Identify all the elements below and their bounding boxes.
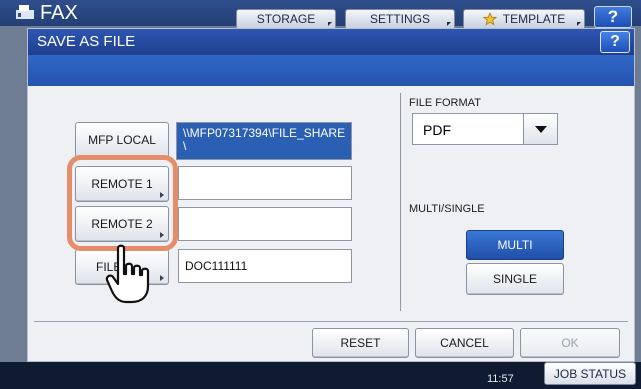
screen: FAX STORAGE SETTINGS TEMPLATE ? SAVE AS … <box>0 0 641 389</box>
single-button[interactable]: SINGLE <box>466 263 564 295</box>
file-format-label: FILE FORMAT <box>409 97 481 109</box>
multi-label: MULTI <box>497 238 533 252</box>
star-icon <box>482 12 497 26</box>
tab-template[interactable]: TEMPLATE <box>463 9 585 29</box>
clock: 11:57 <box>487 373 514 385</box>
tab-arrow-icon <box>328 22 332 26</box>
dialog-help-button[interactable]: ? <box>600 31 630 53</box>
top-help-button[interactable]: ? <box>594 6 632 28</box>
cancel-label: CANCEL <box>440 336 489 350</box>
mfp-local-button[interactable]: MFP LOCAL <box>75 122 169 158</box>
top-bar: FAX STORAGE SETTINGS TEMPLATE ? <box>0 0 641 29</box>
tab-arrow-icon <box>577 22 581 26</box>
column-divider <box>400 93 401 311</box>
mfp-local-label: MFP LOCAL <box>88 133 156 147</box>
file-name-field[interactable]: DOC111111 <box>178 249 352 283</box>
tab-arrow-icon <box>447 22 451 26</box>
cancel-button[interactable]: CANCEL <box>415 328 514 358</box>
pointing-hand-icon <box>105 244 150 304</box>
dialog-title: SAVE AS FILE <box>37 33 136 50</box>
mfp-local-path-field[interactable]: \\MFP07317394\FILE_SHARE \ <box>176 122 352 160</box>
file-format-select[interactable]: PDF <box>412 113 558 145</box>
single-label: SINGLE <box>492 272 537 286</box>
job-status-button[interactable]: JOB STATUS <box>544 362 636 385</box>
ok-button[interactable]: OK <box>520 328 620 358</box>
footer-divider <box>34 321 628 322</box>
app-title: FAX <box>40 2 78 24</box>
tab-template-label: TEMPLATE <box>502 12 566 26</box>
multi-button[interactable]: MULTI <box>466 230 564 260</box>
dialog-title-bar: SAVE AS FILE ? <box>28 29 634 55</box>
remote-1-path-field[interactable] <box>178 166 352 200</box>
highlight-ring <box>67 155 178 251</box>
dropdown-arrow-icon[interactable] <box>523 114 557 144</box>
tab-settings[interactable]: SETTINGS <box>345 9 455 29</box>
dialog-header-band <box>28 55 634 86</box>
reset-button[interactable]: RESET <box>312 328 409 358</box>
ok-label: OK <box>561 336 579 350</box>
reset-label: RESET <box>340 336 381 350</box>
arrow-icon <box>160 275 164 281</box>
tab-storage[interactable]: STORAGE <box>236 9 336 29</box>
tab-storage-label: STORAGE <box>256 12 316 26</box>
remote-2-path-field[interactable] <box>178 207 352 241</box>
tab-settings-label: SETTINGS <box>369 12 430 26</box>
multi-single-label: MULTI/SINGLE <box>409 203 485 215</box>
file-format-value: PDF <box>423 122 451 138</box>
fax-icon <box>16 5 34 19</box>
